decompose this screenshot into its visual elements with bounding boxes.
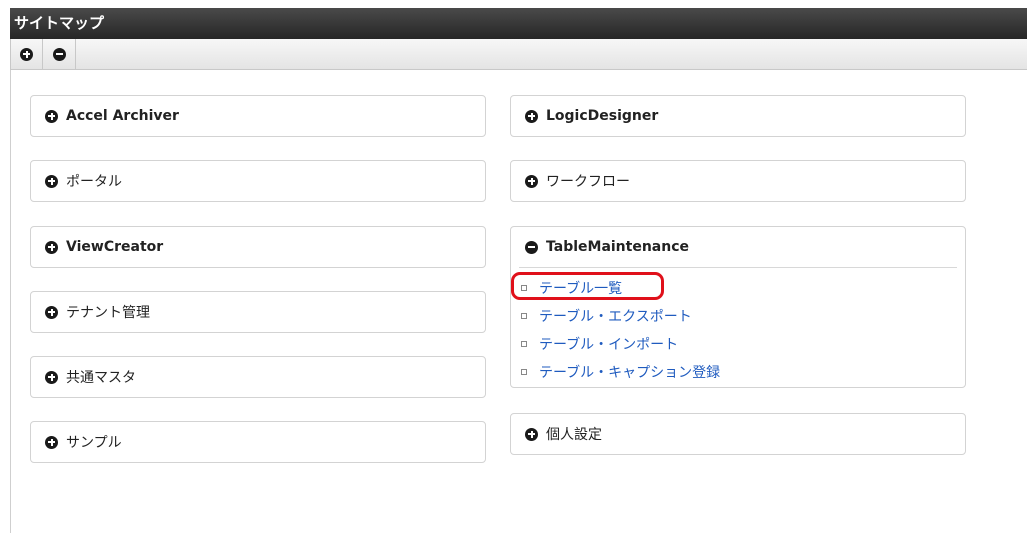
panel-title: サンプル xyxy=(66,435,122,451)
panel-workflow: ワークフロー xyxy=(510,160,966,202)
panel-title: テナント管理 xyxy=(66,305,150,321)
plus-circle-icon xyxy=(525,427,538,441)
square-bullet-icon xyxy=(521,285,527,291)
expand-all-button[interactable] xyxy=(10,39,43,69)
window-title: サイトマップ xyxy=(10,8,1027,39)
panel-header[interactable]: ViewCreator xyxy=(31,227,485,267)
panel-title: 個人設定 xyxy=(546,427,602,443)
plus-circle-icon xyxy=(525,109,538,123)
list-item: テーブル・エクスポート xyxy=(521,302,957,330)
panel-title: TableMaintenance xyxy=(546,239,690,255)
toolbar xyxy=(10,39,1027,70)
panel-title: ワークフロー xyxy=(546,174,630,190)
list-item: テーブル・インポート xyxy=(521,330,957,358)
plus-circle-icon xyxy=(45,305,58,319)
plus-circle-icon xyxy=(45,174,58,188)
list-item: テーブル・キャプション登録 xyxy=(521,358,957,386)
panel-accel-archiver: Accel Archiver xyxy=(30,95,486,137)
panel-header[interactable]: 共通マスタ xyxy=(31,357,485,397)
minus-circle-icon xyxy=(525,240,538,254)
link-table-list[interactable]: テーブル一覧 xyxy=(539,278,622,298)
minus-circle-icon xyxy=(52,47,66,61)
panel-logicdesigner: LogicDesigner xyxy=(510,95,966,137)
link-table-import[interactable]: テーブル・インポート xyxy=(539,334,678,354)
link-table-caption-register[interactable]: テーブル・キャプション登録 xyxy=(539,362,720,382)
link-table-export[interactable]: テーブル・エクスポート xyxy=(539,306,692,326)
panel-tablemaintenance: TableMaintenance テーブル一覧 テーブル・エクスポート テーブル… xyxy=(510,226,966,388)
panel-personal-settings: 個人設定 xyxy=(510,413,966,455)
collapse-all-button[interactable] xyxy=(43,39,76,69)
panel-header[interactable]: TableMaintenance xyxy=(511,227,965,267)
plus-circle-icon xyxy=(45,370,58,384)
plus-circle-icon xyxy=(45,435,58,449)
panel-common-master: 共通マスタ xyxy=(30,356,486,398)
plus-circle-icon xyxy=(20,47,33,61)
panel-header[interactable]: 個人設定 xyxy=(511,414,965,454)
panel-header[interactable]: ワークフロー xyxy=(511,161,965,201)
plus-circle-icon xyxy=(45,109,58,123)
square-bullet-icon xyxy=(521,341,527,347)
panel-header[interactable]: Accel Archiver xyxy=(31,96,485,136)
panel-title: 共通マスタ xyxy=(66,370,136,386)
panel-header[interactable]: ポータル xyxy=(31,161,485,201)
square-bullet-icon xyxy=(521,369,527,375)
list-item: テーブル一覧 xyxy=(521,274,957,302)
panel-header[interactable]: サンプル xyxy=(31,422,485,462)
panel-body: テーブル一覧 テーブル・エクスポート テーブル・インポート テーブル・キャプショ… xyxy=(519,267,957,386)
plus-circle-icon xyxy=(45,240,58,254)
plus-circle-icon xyxy=(525,174,538,188)
panel-header[interactable]: テナント管理 xyxy=(31,292,485,332)
panel-portal: ポータル xyxy=(30,160,486,202)
panel-sample: サンプル xyxy=(30,421,486,463)
panel-title: Accel Archiver xyxy=(66,108,179,124)
panel-tenant-admin: テナント管理 xyxy=(30,291,486,333)
panel-header[interactable]: LogicDesigner xyxy=(511,96,965,136)
panel-title: ViewCreator xyxy=(66,239,164,255)
panel-title: ポータル xyxy=(66,174,122,190)
panel-title: LogicDesigner xyxy=(546,108,659,124)
panel-viewcreator: ViewCreator xyxy=(30,226,486,268)
square-bullet-icon xyxy=(521,313,527,319)
